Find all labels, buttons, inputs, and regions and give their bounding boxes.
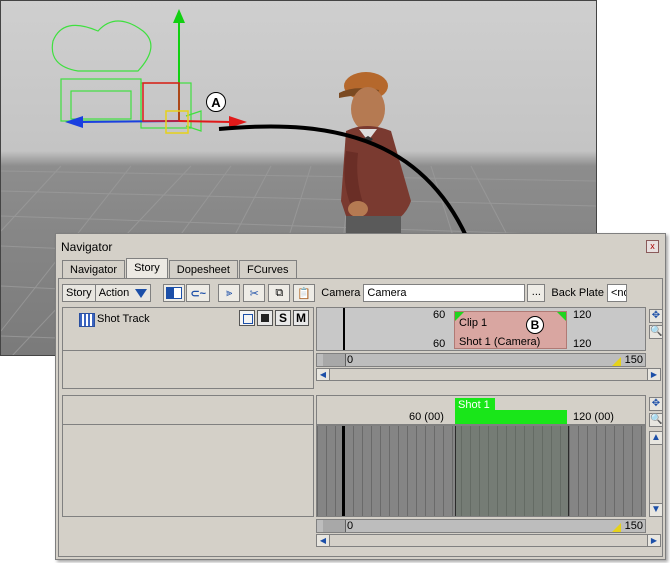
track-view-icon [166, 287, 183, 299]
tab-story[interactable]: Story [126, 258, 168, 279]
lower-range-start-handle[interactable] [323, 520, 346, 532]
upper-range-slider[interactable]: 0 150 [316, 353, 646, 367]
lower-zoom-icon[interactable]: 🔍 [649, 413, 663, 427]
copy-icon: ⧉ [275, 286, 284, 299]
track-view-button[interactable] [163, 284, 186, 302]
lower-range-end-handle[interactable] [612, 523, 621, 532]
scroll-left-icon[interactable]: ◀ [317, 369, 330, 380]
story-toolbar: Story Action ⊂~ ⫸ ✂ ⧉ 📋 Camera Camera ..… [62, 283, 662, 303]
upper-range-end-handle[interactable] [612, 357, 621, 366]
lower-scroll-left-icon[interactable]: ◀ [317, 535, 330, 546]
cut-button[interactable]: ✂ [243, 284, 266, 302]
scissors-icon: ✂ [249, 287, 259, 300]
clip-end-marker[interactable] [557, 312, 566, 321]
clip-end-frame-bottom: 120 [573, 338, 592, 350]
copy-button[interactable]: ⧉ [268, 284, 291, 302]
lower-range-slider[interactable]: 0 150 [316, 519, 646, 533]
solo-button[interactable]: S [275, 310, 291, 326]
camera-browse-button[interactable]: ... [527, 284, 546, 302]
zoom-icon[interactable]: 🔍 [649, 325, 663, 339]
navigator-window: Navigator x Navigator Story Dopesheet FC… [55, 233, 666, 560]
upper-track-list-empty [62, 351, 314, 389]
clip-start-frame-bottom: 60 [433, 338, 446, 350]
track-solo-view-icon[interactable] [239, 310, 255, 326]
camera-label: Camera [321, 287, 361, 299]
tick-120: 120 (00) [573, 411, 614, 423]
camera-field[interactable]: Camera [363, 284, 526, 302]
shot-marker-label: Shot 1 [458, 399, 490, 411]
shot-track-icon [79, 313, 95, 327]
upper-playhead[interactable] [343, 308, 345, 350]
upper-horizontal-scrollbar[interactable]: ◀ ▶ [316, 368, 661, 381]
lower-horizontal-scrollbar[interactable]: ◀ ▶ [316, 534, 661, 547]
callout-b: B [526, 316, 544, 334]
clip-block[interactable]: Clip 1 Shot 1 (Camera) [454, 311, 567, 349]
split-button[interactable]: ⫸ [218, 284, 241, 302]
upper-range-start-handle[interactable] [323, 354, 346, 366]
clip-name: Clip 1 [459, 317, 488, 329]
pan-icon[interactable]: ✥ [649, 309, 663, 323]
back-plate-label: Back Plate [551, 287, 604, 299]
shot-track-name: Shot Track [97, 313, 150, 325]
story-panel: Story Action ⊂~ ⫸ ✂ ⧉ 📋 Camera Camera ..… [58, 278, 663, 557]
lower-playhead[interactable] [342, 426, 345, 516]
story-label: Story [62, 284, 95, 302]
lower-header-spacer [62, 395, 314, 425]
lower-track-list [62, 425, 314, 517]
lower-ruler[interactable]: Shot 1 60 (00) 120 (00) [316, 395, 646, 425]
close-icon[interactable]: x [646, 240, 659, 253]
upper-range-start: 0 [347, 354, 354, 366]
paste-icon: 📋 [297, 287, 312, 300]
shot-track-header[interactable]: Shot Track S M [62, 307, 314, 351]
shot-marker[interactable]: Shot 1 [455, 398, 567, 424]
tab-bar: Navigator Story Dopesheet FCurves [62, 258, 298, 279]
shot-name: Shot 1 (Camera) [459, 336, 541, 348]
track-lock-icon[interactable] [257, 310, 273, 326]
tab-navigator[interactable]: Navigator [62, 260, 126, 279]
back-plate-field[interactable]: <no [606, 284, 627, 302]
tick-60: 60 (00) [409, 411, 444, 423]
lower-pan-icon[interactable]: ✥ [649, 397, 663, 411]
paste-button[interactable]: 📋 [293, 284, 316, 302]
vertical-scrollbar[interactable]: ▲ ▼ [649, 431, 663, 517]
scroll-down-icon[interactable]: ▼ [649, 503, 663, 517]
mute-button[interactable]: M [293, 310, 309, 326]
split-icon: ⫸ [226, 286, 233, 299]
lower-scroll-right-icon[interactable]: ▶ [647, 535, 660, 546]
shot-marker-body [495, 410, 567, 424]
lower-range-start: 0 [347, 520, 354, 532]
clip-end-frame-top: 120 [573, 309, 592, 321]
lower-range-end: 150 [624, 520, 643, 532]
mode-dropdown[interactable]: Action [94, 284, 152, 302]
scroll-right-icon[interactable]: ▶ [647, 369, 660, 380]
upper-range-end: 150 [624, 354, 643, 366]
magnet-icon: ⊂~ [190, 287, 207, 300]
tab-dopesheet[interactable]: Dopesheet [168, 260, 238, 279]
magnet-button[interactable]: ⊂~ [186, 284, 211, 302]
shot-region [455, 426, 569, 516]
lower-timeline[interactable] [316, 425, 646, 517]
mode-value: Action [98, 287, 130, 299]
scroll-up-icon[interactable]: ▲ [649, 431, 663, 445]
chevron-down-icon [135, 288, 148, 298]
window-title: Navigator [61, 240, 113, 254]
tab-fcurves[interactable]: FCurves [238, 260, 297, 279]
upper-timeline[interactable]: 60 60 Clip 1 Shot 1 (Camera) B 120 120 [316, 307, 646, 351]
callout-a: A [206, 92, 226, 112]
clip-start-frame-top: 60 [433, 309, 446, 321]
